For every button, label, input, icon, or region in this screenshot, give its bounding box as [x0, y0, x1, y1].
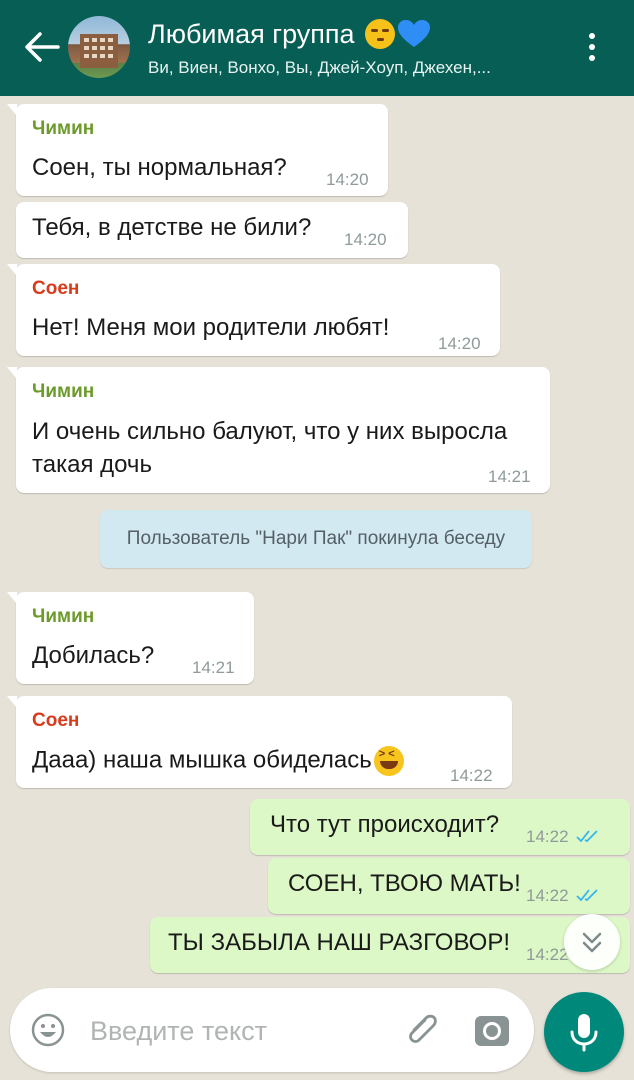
incoming-message[interactable]: Соен Дааа) наша мышка обиделась 14:22	[7, 696, 512, 788]
message-text: Тебя, в детстве не били?	[32, 214, 312, 241]
message-text: Нет! Меня мои родители любят!	[32, 314, 390, 341]
incoming-message[interactable]: Чимин Добилась? 14:21	[7, 592, 254, 684]
back-arrow-icon[interactable]	[22, 30, 62, 64]
mic-icon	[570, 1014, 598, 1052]
message-time: 14:20	[438, 334, 481, 353]
incoming-message[interactable]: Тебя, в детстве не били? 14:20	[16, 202, 408, 258]
message-input[interactable]	[88, 1010, 392, 1052]
message-text-content: Дааа) наша мышка обиделась	[32, 746, 372, 774]
incoming-message[interactable]: Соен Нет! Меня мои родители любят! 14:20	[7, 264, 500, 356]
message-composer	[10, 988, 534, 1072]
sender-name: Соен	[32, 710, 80, 731]
message-text: Соен, ты нормальная?	[32, 154, 287, 181]
message-text: СОЕН, ТВОЮ МАТЬ!	[288, 870, 521, 897]
message-text: Дааа) наша мышка обиделась	[32, 746, 404, 776]
mic-button[interactable]	[544, 992, 624, 1072]
message-time: 14:22	[450, 766, 493, 785]
system-message: Пользователь "Нари Пак" покинула беседу	[100, 510, 532, 568]
sender-name: Чимин	[32, 606, 95, 627]
message-time: 14:20	[344, 230, 387, 249]
more-vert-icon[interactable]	[580, 30, 604, 66]
message-time: 14:22	[526, 945, 569, 964]
message-time: 14:20	[326, 170, 369, 189]
chat-title: Любимая группа	[148, 18, 355, 49]
message-time: 14:21	[488, 467, 531, 486]
message-time: 14:22	[526, 886, 569, 905]
outgoing-message[interactable]: Что тут происходит? 14:22	[250, 799, 630, 855]
sender-name: Соен	[32, 278, 80, 299]
outgoing-message[interactable]: ТЫ ЗАБЫЛА НАШ РАЗГОВОР! 14:22	[150, 917, 630, 973]
chat-header: Любимая группа Ви, Виен, Вонхо, Вы, Джей…	[0, 0, 634, 96]
smirk-emoji-icon	[364, 19, 395, 49]
emoji-icon[interactable]	[30, 1012, 66, 1048]
message-text: Добилась?	[32, 642, 155, 669]
double-check-icon	[576, 889, 598, 902]
group-avatar[interactable]	[68, 16, 130, 78]
message-time: 14:21	[192, 658, 235, 677]
message-list[interactable]: Чимин Соен, ты нормальная? 14:20 Тебя, в…	[0, 96, 634, 1080]
sender-name: Чимин	[32, 118, 95, 139]
sender-name: Чимин	[32, 381, 95, 402]
message-text: Что тут происходит?	[270, 811, 500, 838]
camera-icon[interactable]	[472, 1010, 512, 1050]
double-check-icon	[576, 830, 598, 843]
incoming-message[interactable]: Чимин Соен, ты нормальная? 14:20	[7, 104, 388, 196]
chat-title-row[interactable]: Любимая группа	[148, 14, 431, 54]
attach-paperclip-icon[interactable]	[402, 1010, 442, 1050]
blue-heart-icon	[397, 19, 431, 49]
system-message-text: Пользователь "Нари Пак" покинула беседу	[126, 528, 506, 549]
chat-participants: Ви, Виен, Вонхо, Вы, Джей-Хоуп, Джехен,.…	[148, 58, 491, 77]
message-text: ТЫ ЗАБЫЛА НАШ РАЗГОВОР!	[168, 929, 511, 956]
message-time: 14:22	[526, 827, 569, 846]
scroll-down-chevron-icon	[582, 932, 602, 953]
scroll-to-bottom-button[interactable]	[564, 914, 620, 970]
message-text: И очень сильно балуют, что у них выросла…	[32, 418, 508, 478]
incoming-message[interactable]: Чимин И очень сильно балуют, что у них в…	[7, 367, 550, 493]
outgoing-message[interactable]: СОЕН, ТВОЮ МАТЬ! 14:22	[268, 858, 630, 914]
laughing-emoji-icon	[373, 746, 404, 776]
